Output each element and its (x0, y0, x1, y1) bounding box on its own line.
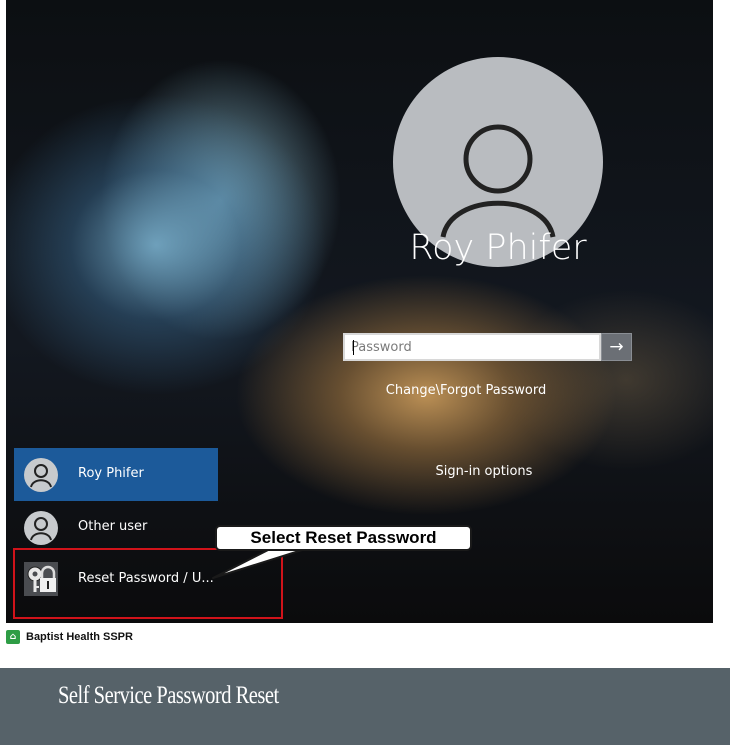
baptist-health-logo-icon: ⌂ (6, 630, 20, 644)
sspr-header-banner: Self Service Password Reset (0, 668, 730, 745)
page-title: Self Service Password Reset (58, 682, 279, 709)
windows-lock-screen: Roy Phifer → Change\Forgot Password Sign… (6, 0, 713, 623)
app-title-bar: ⌂ Baptist Health SSPR (6, 627, 133, 647)
app-title: Baptist Health SSPR (26, 631, 133, 643)
